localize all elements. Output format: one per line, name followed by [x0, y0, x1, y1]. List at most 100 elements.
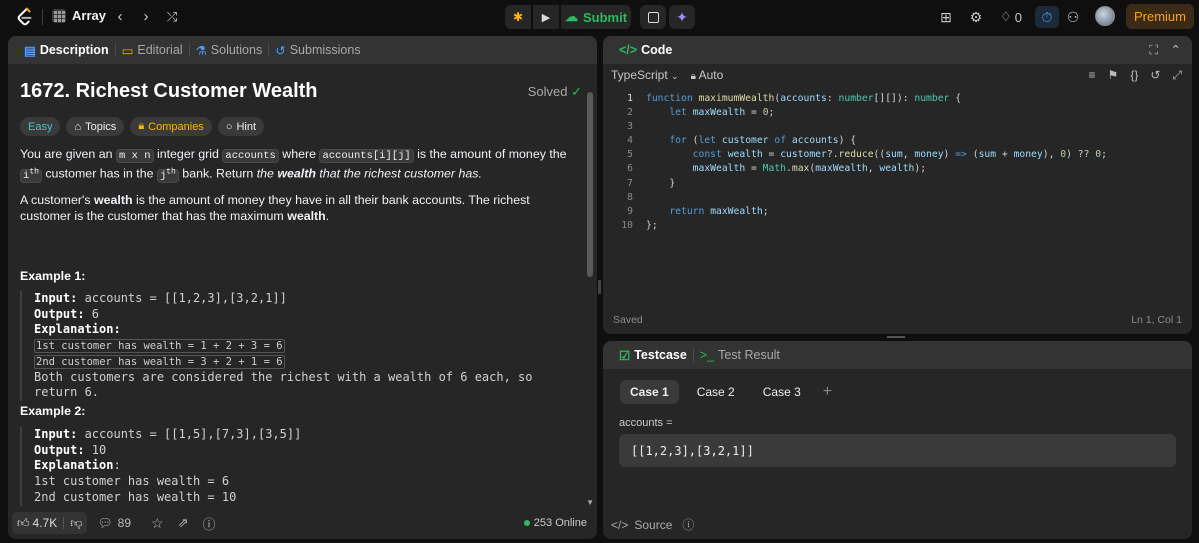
- premium-button[interactable]: Premium: [1126, 4, 1194, 29]
- language-label: TypeScript: [611, 68, 668, 82]
- case-tab-1[interactable]: Case 1: [620, 380, 679, 404]
- tag-label: Topics: [85, 120, 117, 133]
- tab-code[interactable]: </> Code: [613, 43, 678, 57]
- help-icon[interactable]: ⓘ: [202, 514, 215, 533]
- code-line: 2 let maxWealth = 0;: [603, 106, 1192, 120]
- source-toggle[interactable]: </> Source ⓘ: [611, 516, 694, 533]
- star-icon[interactable]: ☆: [151, 515, 164, 532]
- line-number: 4: [627, 135, 633, 147]
- format-icon[interactable]: ≡: [1089, 68, 1096, 83]
- settings-gear-icon[interactable]: ⚙: [967, 6, 985, 28]
- horizontal-resize-handle[interactable]: [887, 336, 905, 338]
- topics-tag[interactable]: ⌂ Topics: [66, 117, 125, 136]
- chevron-left-icon[interactable]: ‹: [111, 8, 129, 26]
- notes-button[interactable]: [640, 5, 666, 29]
- bug-icon: ✱: [512, 10, 524, 24]
- scroll-down-arrow-icon[interactable]: ▼: [586, 498, 594, 507]
- shuffle-icon[interactable]: ⤮: [163, 8, 181, 26]
- auto-mode[interactable]: 🔒︎ Auto: [691, 68, 724, 82]
- leetcode-logo-icon[interactable]: [14, 6, 36, 28]
- help-icon[interactable]: ⓘ: [682, 516, 694, 533]
- input-label: Input:: [34, 427, 78, 441]
- tab-submissions[interactable]: ↺ Submissions: [269, 43, 366, 58]
- companies-tag[interactable]: 🔒︎ Companies: [130, 117, 212, 136]
- timer-button[interactable]: ⏱: [1035, 6, 1059, 28]
- collapse-icon[interactable]: ⌃: [1171, 42, 1181, 57]
- tab-description[interactable]: ▤ Description: [18, 43, 115, 58]
- bookmark-icon[interactable]: ⚑: [1108, 68, 1119, 83]
- problem-list-icon: [52, 8, 66, 23]
- text: the: [256, 166, 278, 181]
- explanation-label: Explanation:: [34, 322, 121, 337]
- code-header: </> Code ⛶ ⌃: [603, 36, 1192, 64]
- problem-statement: You are given an m x n integer grid acco…: [20, 146, 570, 184]
- code-line: 3: [603, 120, 1192, 134]
- solved-status: Solved ✓: [528, 84, 582, 100]
- text: You are given an: [20, 147, 116, 161]
- case-tab-3[interactable]: Case 3: [753, 380, 811, 404]
- tab-test-result[interactable]: >_ Test Result: [694, 348, 786, 362]
- expand-icon[interactable]: ⤢: [1172, 68, 1182, 83]
- checkbox-icon: ☑: [619, 348, 631, 363]
- case-tab-2[interactable]: Case 2: [687, 380, 745, 404]
- tab-label: Test Result: [718, 348, 780, 362]
- vertical-resize-handle[interactable]: [598, 280, 601, 294]
- scrollbar-thumb[interactable]: [587, 92, 593, 277]
- tab-label: Editorial: [137, 43, 183, 57]
- input-value: accounts = [[1,5],[7,3],[3,5]]: [77, 427, 302, 441]
- document-icon: ▤: [24, 43, 36, 58]
- language-select[interactable]: TypeScript ⌄: [611, 68, 679, 82]
- code-line: 5 const wealth = customer?.reduce((sum, …: [603, 148, 1192, 162]
- submit-button[interactable]: ☁ Submit: [561, 5, 631, 29]
- hint-tag[interactable]: ○ Hint: [217, 117, 265, 136]
- add-friend-icon[interactable]: ⚇: [1063, 6, 1083, 28]
- user-avatar[interactable]: [1095, 6, 1115, 26]
- fullscreen-icon[interactable]: ⛶: [1149, 43, 1158, 58]
- output-value: 10: [84, 442, 107, 457]
- thumbs-up-icon[interactable]: 👍︎: [17, 516, 30, 531]
- ai-assistant-button[interactable]: ✦: [669, 5, 695, 29]
- accounts-input[interactable]: [[1,2,3],[3,2,1]]: [619, 434, 1176, 467]
- cursor-position: Ln 1, Col 1: [1131, 314, 1182, 326]
- inline-code: jth: [156, 167, 179, 183]
- text: wealth: [287, 209, 326, 223]
- history-icon: ↺: [275, 43, 286, 58]
- tag-label: Easy: [28, 120, 53, 133]
- problem-title: 1672. Richest Customer Wealth: [20, 80, 318, 102]
- text: is the amount of money the: [413, 147, 567, 161]
- inline-code: accounts: [222, 149, 279, 163]
- output-label: Output:: [34, 442, 85, 457]
- text: .: [325, 209, 330, 223]
- like-count: 4.7K: [32, 516, 58, 530]
- layout-icon[interactable]: ⊞: [937, 6, 955, 28]
- code-line: 7 }: [603, 177, 1192, 191]
- inline-code: m x n: [116, 149, 154, 163]
- text: wealth: [93, 193, 133, 207]
- comments-button[interactable]: 💬︎ 89: [97, 516, 131, 530]
- add-case-icon[interactable]: +: [823, 383, 832, 401]
- line-number: 5: [627, 149, 633, 161]
- tab-label: Description: [39, 43, 109, 57]
- tab-testcase[interactable]: ☑ Testcase: [613, 348, 693, 363]
- lightbulb-icon: ○: [225, 120, 233, 133]
- output-value: 6: [84, 306, 100, 321]
- play-icon: ▶: [541, 11, 551, 24]
- code-editor[interactable]: 1 function maximumWealth(accounts: number…: [603, 92, 1192, 233]
- thumbs-down-icon[interactable]: 👎︎: [70, 516, 82, 531]
- debug-button[interactable]: ✱: [505, 5, 531, 29]
- tab-solutions[interactable]: ⚗ Solutions: [190, 43, 269, 58]
- streak-counter[interactable]: ♢ 0: [997, 6, 1025, 28]
- run-button[interactable]: ▶: [533, 5, 559, 29]
- chevron-right-icon[interactable]: ›: [137, 8, 155, 26]
- input-variable-label: accounts =: [619, 417, 673, 429]
- wealth-definition: A customer's wealth is the amount of mon…: [20, 192, 570, 224]
- braces-icon[interactable]: {}: [1130, 68, 1138, 83]
- colon: :: [113, 458, 121, 473]
- share-icon[interactable]: ⇗: [178, 515, 189, 531]
- reset-icon[interactable]: ↺: [1150, 68, 1160, 83]
- problem-list-button[interactable]: Array: [52, 8, 106, 23]
- streak-count: 0: [1014, 9, 1022, 25]
- tab-editorial[interactable]: ▭ Editorial: [116, 43, 189, 58]
- like-dislike-group: 👍︎ 4.7K 👎︎: [12, 512, 88, 534]
- editor-toolbar: TypeScript ⌄ 🔒︎ Auto: [611, 68, 723, 82]
